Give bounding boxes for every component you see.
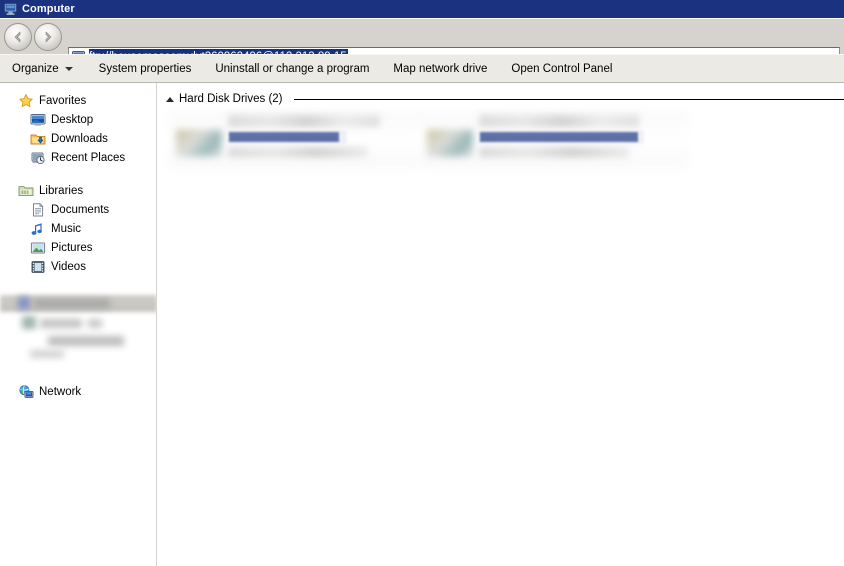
redacted-label bbox=[40, 319, 82, 328]
toolbar-item-label: Uninstall or change a program bbox=[215, 62, 370, 75]
toolbar-map-network-drive-button[interactable]: Map network drive bbox=[391, 60, 497, 78]
redacted-label bbox=[48, 336, 124, 346]
window-title: Computer bbox=[22, 3, 75, 15]
sidebar-item-desktop[interactable]: Desktop bbox=[0, 110, 156, 129]
command-toolbar: Organize System properties Uninstall or … bbox=[0, 54, 844, 83]
drive-capacity-fill bbox=[229, 132, 339, 142]
sidebar-item-music[interactable]: Music bbox=[0, 219, 156, 238]
drive-name-redacted bbox=[228, 115, 380, 127]
explorer-window: Computer Organize System properties Unin… bbox=[0, 0, 844, 566]
redacted-label bbox=[88, 319, 102, 328]
sidebar-group-libraries[interactable]: Libraries bbox=[0, 181, 156, 200]
sidebar-item-label: Downloads bbox=[51, 132, 108, 145]
toolbar-item-label: Open Control Panel bbox=[511, 62, 613, 75]
sidebar-item-recent-places[interactable]: Recent Places bbox=[0, 148, 156, 167]
network-globe-icon bbox=[18, 384, 34, 400]
navigation-pane: Favorites Desktop Downloads Recent Place… bbox=[0, 83, 157, 566]
back-button[interactable] bbox=[4, 23, 32, 51]
star-icon bbox=[18, 93, 34, 109]
toolbar-item-label: Map network drive bbox=[393, 62, 488, 75]
sidebar-item-label: Desktop bbox=[51, 113, 94, 126]
sidebar-item-label: Pictures bbox=[51, 241, 93, 254]
toolbar-system-properties-button[interactable]: System properties bbox=[97, 60, 202, 78]
drive-capacity-text-redacted bbox=[479, 147, 629, 158]
drive-tile[interactable] bbox=[168, 111, 418, 169]
nav-buttons bbox=[4, 23, 62, 51]
sidebar-item-label: Music bbox=[51, 222, 82, 235]
film-strip-icon bbox=[30, 259, 46, 275]
sidebar-group-favorites[interactable]: Favorites bbox=[0, 91, 156, 110]
drive-name-redacted bbox=[479, 115, 639, 127]
sidebar-item-label: Documents bbox=[51, 203, 110, 216]
redacted-label bbox=[34, 299, 110, 308]
libraries-folder-icon bbox=[18, 183, 34, 199]
redacted-icon bbox=[18, 297, 30, 309]
redacted-icon bbox=[22, 316, 36, 329]
hard-drive-icon bbox=[427, 129, 473, 157]
back-arrow-icon bbox=[10, 29, 26, 45]
sidebar-item-label: Videos bbox=[51, 260, 86, 273]
sidebar-redacted-group[interactable] bbox=[0, 290, 156, 368]
recent-places-icon bbox=[30, 150, 46, 166]
sidebar-item-documents[interactable]: Documents bbox=[0, 200, 156, 219]
triangle-up-icon[interactable] bbox=[166, 96, 174, 102]
group-divider bbox=[293, 98, 844, 100]
drive-capacity-text-redacted bbox=[228, 147, 368, 158]
computer-icon bbox=[4, 2, 18, 16]
file-list-pane[interactable]: Hard Disk Drives (2) bbox=[158, 83, 844, 566]
forward-button[interactable] bbox=[34, 23, 62, 51]
downloads-folder-icon bbox=[30, 131, 46, 147]
toolbar-uninstall-button[interactable]: Uninstall or change a program bbox=[213, 60, 379, 78]
chevron-down-icon bbox=[64, 66, 73, 71]
drive-tile[interactable] bbox=[419, 111, 689, 169]
sidebar-item-videos[interactable]: Videos bbox=[0, 257, 156, 276]
document-icon bbox=[30, 202, 46, 218]
drives-group-label: Hard Disk Drives (2) bbox=[179, 93, 283, 105]
picture-icon bbox=[30, 240, 46, 256]
drive-tiles bbox=[164, 111, 844, 171]
forward-arrow-icon bbox=[40, 29, 56, 45]
music-note-icon bbox=[30, 221, 46, 237]
toolbar-organize-button[interactable]: Organize bbox=[10, 60, 83, 78]
toolbar-item-label: System properties bbox=[98, 62, 192, 75]
toolbar-item-label: Organize bbox=[12, 62, 59, 75]
drives-group-header[interactable]: Hard Disk Drives (2) bbox=[166, 93, 844, 105]
desktop-icon bbox=[30, 112, 46, 128]
sidebar-item-network[interactable]: Network bbox=[0, 382, 156, 401]
sidebar-item-pictures[interactable]: Pictures bbox=[0, 238, 156, 257]
sidebar-item-label: Recent Places bbox=[51, 151, 126, 164]
sidebar-group-label: Favorites bbox=[39, 94, 87, 107]
redacted-label bbox=[30, 350, 64, 358]
sidebar-item-downloads[interactable]: Downloads bbox=[0, 129, 156, 148]
sidebar-group-label: Libraries bbox=[39, 184, 84, 197]
drive-capacity-fill bbox=[480, 132, 638, 142]
window-body: Favorites Desktop Downloads Recent Place… bbox=[0, 83, 844, 566]
navigation-strip: ftp://housemescom:dxt260962496@112.213.8… bbox=[0, 18, 844, 67]
hard-drive-icon bbox=[176, 129, 222, 157]
toolbar-open-control-panel-button[interactable]: Open Control Panel bbox=[509, 60, 622, 78]
sidebar-item-label: Network bbox=[39, 385, 82, 398]
title-bar: Computer bbox=[0, 0, 844, 18]
